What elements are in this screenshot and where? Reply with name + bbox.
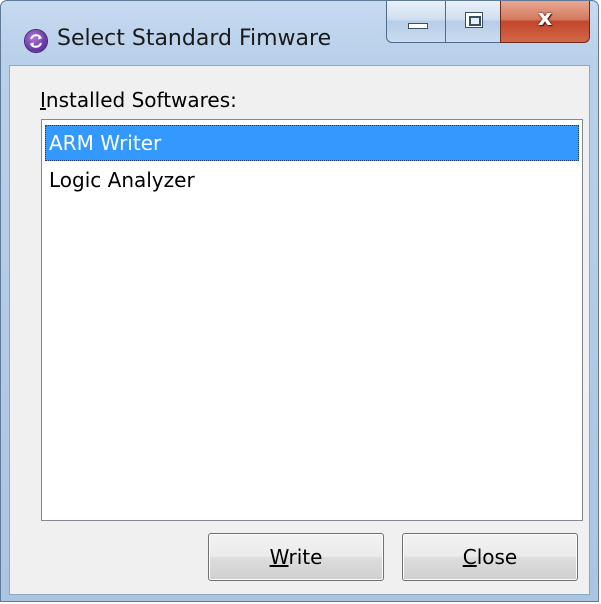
close-button[interactable]: Close [402, 533, 578, 581]
write-mnemonic: W [269, 545, 289, 569]
minimize-button[interactable] [386, 1, 446, 43]
close-icon: x [537, 6, 553, 31]
maximize-icon [465, 12, 483, 28]
close-window-button[interactable]: x [500, 1, 590, 43]
minimize-icon [408, 23, 428, 29]
installed-softwares-label: Installed Softwares: [40, 88, 237, 112]
write-text: rite [288, 545, 323, 569]
installed-softwares-list[interactable]: ARM Writer Logic Analyzer [41, 119, 583, 521]
maximize-button[interactable] [445, 1, 501, 43]
write-button[interactable]: Write [208, 533, 384, 581]
list-item-arm-writer[interactable]: ARM Writer [45, 125, 579, 161]
app-refresh-icon[interactable] [25, 30, 47, 52]
dialog-body: Installed Softwares: ARM Writer Logic An… [9, 65, 590, 595]
list-item-logic-analyzer[interactable]: Logic Analyzer [45, 162, 579, 198]
label-text: nstalled Softwares: [45, 88, 237, 112]
caption-buttons: x [386, 1, 590, 45]
window-title: Select Standard Fimware [57, 26, 332, 51]
title-bar[interactable]: Select Standard Fimware x [1, 1, 598, 65]
close-mnemonic: C [462, 545, 477, 569]
close-text: lose [476, 545, 518, 569]
dialog-window: Select Standard Fimware x Installed Soft… [0, 0, 599, 602]
